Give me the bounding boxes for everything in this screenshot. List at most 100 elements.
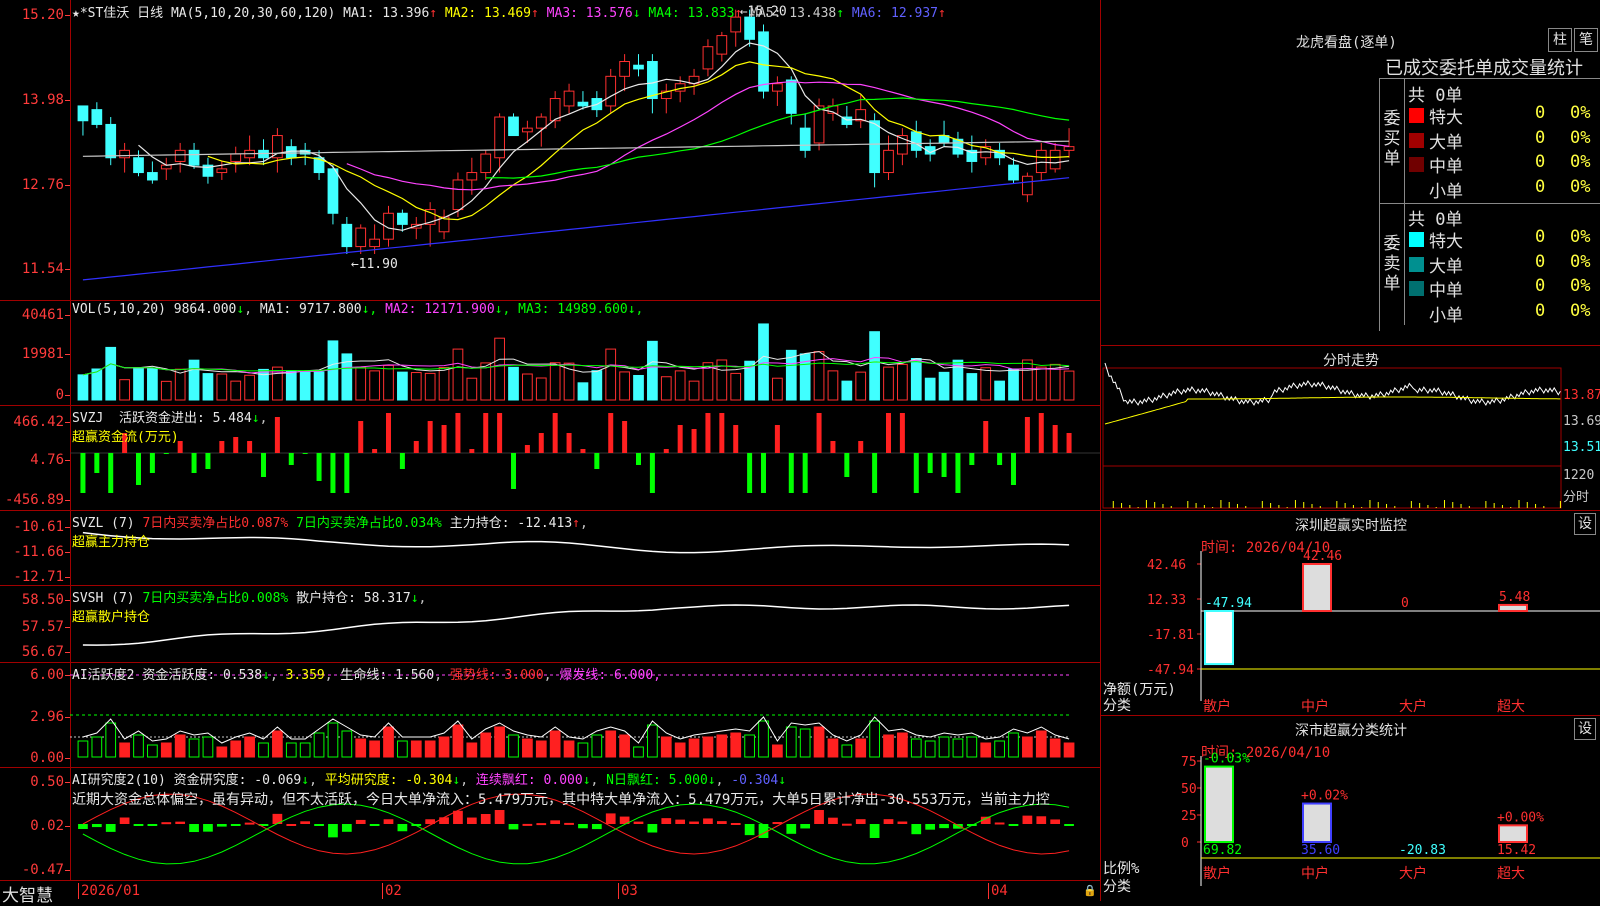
volume-panel[interactable]: 40461 19981 0 VOL(5,10,20) 9864.000↓, MA… (0, 300, 1100, 406)
activity-bar (174, 734, 186, 758)
activity-bar (841, 744, 853, 758)
fund-flow-bar (80, 453, 86, 493)
research-bar (689, 821, 699, 824)
svzl-panel[interactable]: -10.61 -11.66 -12.71 SVZL (7) 7日内买卖净占比0.… (0, 510, 1100, 586)
svsh-panel[interactable]: 58.50 57.57 56.67 SVSH (7) 7日内买卖净占比0.008… (0, 585, 1100, 663)
volume-bar (688, 380, 700, 401)
activity-bar (716, 734, 728, 758)
stat-row-count: 0 (1535, 103, 1546, 123)
stat-row-count: 0 (1535, 300, 1546, 321)
activity-bar (202, 736, 214, 758)
ai-activity-label3: 强势线 (449, 668, 489, 683)
research-bar (647, 824, 658, 833)
volume-bar (216, 373, 228, 401)
activity-bar (647, 724, 658, 758)
stat-color-swatch (1409, 305, 1424, 321)
volume-bar (994, 380, 1005, 401)
stat-color-swatch (1409, 132, 1424, 148)
candle-body (522, 127, 533, 133)
fund-flow-bar (1011, 453, 1016, 485)
volume-bar (1008, 368, 1019, 401)
research-bar (1050, 819, 1061, 824)
stat-row-label: 中单 (1429, 157, 1463, 177)
research-bar (383, 819, 394, 824)
fund-flow-bar (427, 421, 433, 453)
tick-mode-button[interactable]: 笔 (1574, 28, 1598, 52)
ai-activity-panel[interactable]: 6.00 2.96 0.00 AI活跃度2 资金活跃度: 0.538↓, 3.3… (0, 662, 1100, 768)
stat-row-label: 小单 (1429, 181, 1463, 202)
brand-logo: 大智慧 (2, 886, 53, 906)
svsh-y-tick: 56.67 (21, 644, 71, 660)
svsh-value: 58.317 (363, 591, 411, 606)
research-bar (244, 822, 255, 825)
research-bar (522, 823, 533, 826)
svzl-value: -12.413 (517, 516, 573, 531)
fund-flow-bar (386, 413, 391, 453)
ai-activity-v5: 6.000 (614, 668, 654, 683)
ai-research-v1: -0.069 (254, 773, 302, 788)
fund-flow-bar (955, 453, 961, 493)
candle-body (1049, 149, 1061, 170)
research-bar (661, 818, 672, 824)
activity-bar (897, 732, 908, 758)
svsh-label1: 7日内买卖净占比0.008% (142, 591, 289, 606)
fund-flow-bar (566, 433, 572, 453)
volume-bar (577, 382, 589, 401)
volume-bar (230, 380, 242, 401)
lock-icon[interactable]: 🔒 (1083, 884, 1097, 897)
research-bar (633, 821, 644, 824)
research-bar (814, 810, 824, 824)
class-bar (1204, 765, 1234, 843)
fund-flow-bar (94, 453, 100, 473)
stat-row: 大单 0 0% (1405, 252, 1600, 277)
ai-research-label1: 资金研究度 (173, 773, 239, 788)
ai-research-y-tick: -0.47 (21, 862, 71, 878)
volume-bar (758, 323, 769, 401)
volume-bar (938, 371, 950, 401)
candle-body (883, 149, 894, 174)
bar-mode-button[interactable]: 柱 (1548, 28, 1572, 52)
activity-bar (105, 722, 117, 758)
candle-body (869, 120, 880, 174)
x-tick: 2026/01 (78, 883, 140, 899)
activity-bar (744, 734, 755, 758)
kline-panel[interactable]: 15.20 13.98 12.76 11.54 ←15.20 ←11.90 ★*S… (0, 0, 1100, 301)
fund-flow-bar (747, 453, 753, 493)
intraday-panel[interactable]: 分时走势 13.87 13.69 13.51 1220 分时 (1100, 345, 1600, 511)
volume-bar (466, 377, 478, 401)
volume-bar (522, 373, 533, 401)
ai-activity-y-tick: 2.96 (30, 709, 70, 725)
fund-flow-bar (136, 453, 141, 485)
candle-body (910, 131, 922, 151)
candle-body (188, 149, 200, 166)
fund-flow-bar (1024, 417, 1030, 453)
intraday-tick: 13.87 (1563, 388, 1600, 403)
fund-flow-bar (913, 453, 919, 493)
svzj-panel[interactable]: 466.42 4.76 -456.89 SVZJ 活跃资金进出: 5.484↓,… (0, 405, 1100, 511)
intraday-chart[interactable] (1101, 346, 1600, 511)
ai-research-panel[interactable]: 0.50 0.02 -0.47 AI研究度2(10) 资金研究度: -0.069… (0, 767, 1100, 880)
stat-color-swatch (1409, 181, 1424, 197)
stock-title[interactable]: ★*ST佳沃 日线 (72, 6, 163, 21)
candle-body (452, 179, 464, 211)
research-bar (161, 822, 172, 825)
svzl-title: SVZL (7) (72, 516, 135, 531)
fund-flow-bar (761, 453, 766, 493)
volume-bar (883, 366, 894, 401)
monitor-panel[interactable]: 深圳超赢实时监控 设 时间: 2026/04/10 42.46 12.33 -17.… (1100, 510, 1600, 716)
research-bar (78, 824, 88, 829)
fund-flow-bar (413, 441, 419, 453)
fund-flow-bar (997, 453, 1003, 465)
volume-bar (341, 353, 353, 401)
class-ylabel: 比例% (1103, 861, 1140, 877)
activity-bar (508, 734, 519, 758)
buy-rows: 特大 0 0% 大单 0 0% 中单 0 0% 小单 0 0% (1405, 103, 1600, 203)
activity-bar (799, 728, 811, 758)
research-bar (328, 824, 338, 838)
research-bar (300, 821, 311, 824)
volume-bar (133, 367, 144, 401)
class-panel[interactable]: 深市超赢分类统计 设 时间: 2026/04/10 75 50 25 0 -0.03% 6… (1100, 715, 1600, 901)
kline-chart[interactable]: ←15.20←11.90 (70, 0, 1100, 300)
ai-research-v5: -0.304 (731, 773, 779, 788)
ai-research-y-axis: 0.50 0.02 -0.47 (0, 767, 71, 880)
